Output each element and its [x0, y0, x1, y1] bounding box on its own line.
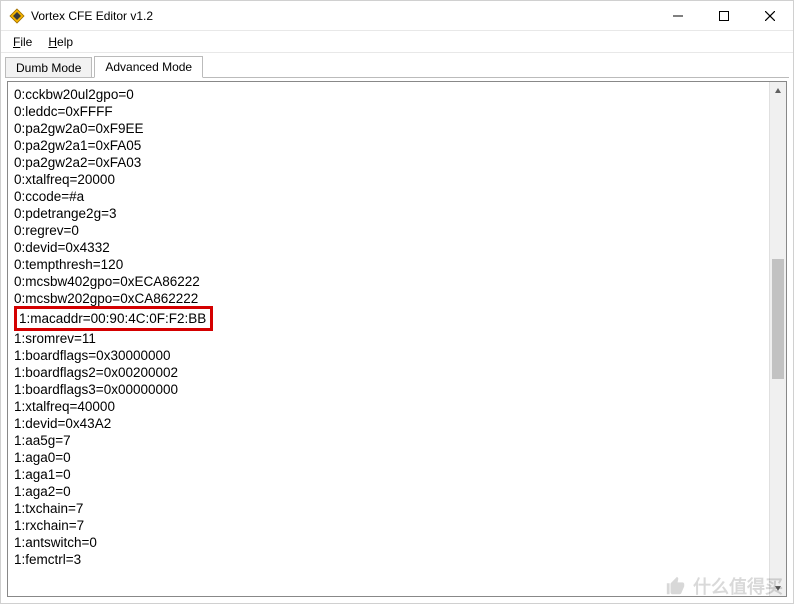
- menu-help[interactable]: Help: [40, 33, 81, 51]
- scroll-down-button[interactable]: [770, 579, 786, 596]
- config-line: 1:sromrev=11: [14, 330, 763, 347]
- title-bar: Vortex CFE Editor v1.2: [1, 1, 793, 31]
- config-line: 1:xtalfreq=40000: [14, 398, 763, 415]
- vertical-scrollbar[interactable]: [769, 82, 786, 596]
- config-line: 1:boardflags3=0x00000000: [14, 381, 763, 398]
- config-line: 1:txchain=7: [14, 500, 763, 517]
- highlighted-line: 1:macaddr=00:90:4C:0F:F2:BB: [14, 306, 213, 331]
- window-title: Vortex CFE Editor v1.2: [31, 9, 153, 23]
- config-line: 0:xtalfreq=20000: [14, 171, 763, 188]
- config-line: 0:pa2gw2a0=0xF9EE: [14, 120, 763, 137]
- config-line: 1:aga1=0: [14, 466, 763, 483]
- config-line: 1:aga2=0: [14, 483, 763, 500]
- config-line: 1:aga0=0: [14, 449, 763, 466]
- config-line: 0:mcsbw402gpo=0xECA86222: [14, 273, 763, 290]
- config-line: 1:devid=0x43A2: [14, 415, 763, 432]
- config-line: 0:regrev=0: [14, 222, 763, 239]
- config-line: 1:macaddr=00:90:4C:0F:F2:BB: [14, 307, 763, 330]
- scroll-thumb[interactable]: [772, 259, 784, 379]
- config-line: 0:pa2gw2a2=0xFA03: [14, 154, 763, 171]
- editor-panel: 0:cckbw20ul2gpo=00:leddc=0xFFFF0:pa2gw2a…: [7, 81, 787, 597]
- config-line: 1:boardflags2=0x00200002: [14, 364, 763, 381]
- menu-bar: File Help: [1, 31, 793, 53]
- menu-file[interactable]: File: [5, 33, 40, 51]
- config-line: 0:ccode=#a: [14, 188, 763, 205]
- config-line: 0:cckbw20ul2gpo=0: [14, 86, 763, 103]
- config-line: 1:boardflags=0x30000000: [14, 347, 763, 364]
- config-line: 0:pdetrange2g=3: [14, 205, 763, 222]
- app-icon: [9, 8, 25, 24]
- maximize-button[interactable]: [701, 1, 747, 30]
- config-textarea[interactable]: 0:cckbw20ul2gpo=00:leddc=0xFFFF0:pa2gw2a…: [8, 82, 769, 596]
- config-line: 1:rxchain=7: [14, 517, 763, 534]
- scroll-track[interactable]: [770, 99, 786, 579]
- config-line: 1:antswitch=0: [14, 534, 763, 551]
- close-button[interactable]: [747, 1, 793, 30]
- tab-dumb-mode[interactable]: Dumb Mode: [5, 57, 92, 78]
- config-line: 1:femctrl=3: [14, 551, 763, 568]
- config-line: 0:tempthresh=120: [14, 256, 763, 273]
- config-line: 1:aa5g=7: [14, 432, 763, 449]
- window-controls: [655, 1, 793, 30]
- scroll-up-button[interactable]: [770, 82, 786, 99]
- minimize-button[interactable]: [655, 1, 701, 30]
- tab-row: Dumb Mode Advanced Mode: [1, 53, 793, 77]
- config-line: 0:devid=0x4332: [14, 239, 763, 256]
- tab-advanced-mode[interactable]: Advanced Mode: [94, 56, 203, 78]
- config-line: 0:pa2gw2a1=0xFA05: [14, 137, 763, 154]
- config-line: 0:leddc=0xFFFF: [14, 103, 763, 120]
- config-line: 0:mcsbw202gpo=0xCA862222: [14, 290, 763, 307]
